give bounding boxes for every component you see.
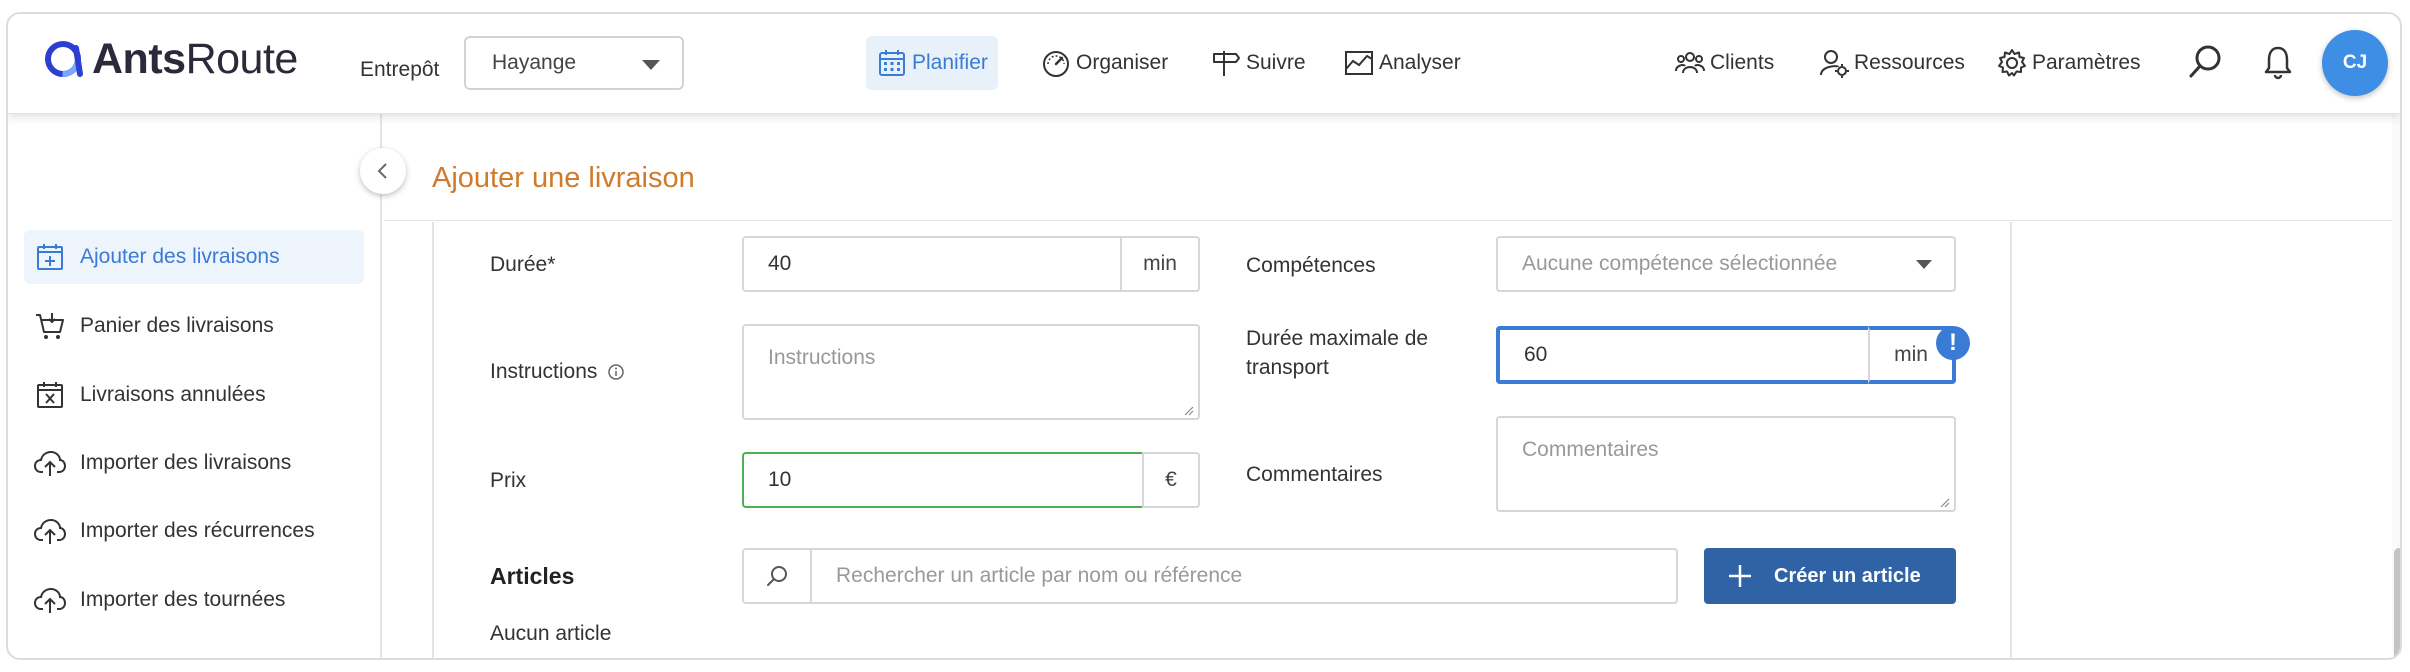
competences-label: Compétences [1246,254,1376,277]
gauge-icon [1043,51,1069,77]
sidebar-item-label: Importer des livraisons [80,451,292,474]
nav-analyser[interactable]: Analyser [1333,36,1471,90]
nav-parametres-label: Paramètres [2032,51,2141,74]
article-search-input[interactable]: Rechercher un article par nom ou référen… [810,548,1678,604]
nav-organiser-label: Organiser [1076,51,1169,74]
sidebar-item-label: Importer des tournées [80,588,286,611]
top-header: AntsRoute Entrepôt Hayange Planifier Org… [8,14,2400,114]
info-icon[interactable] [607,363,625,381]
cloud-upload-icon [34,518,66,544]
sidebar-item-importer-recurrences[interactable]: Importer des récurrences [24,504,364,558]
instructions-label: Instructions [490,357,625,386]
cloud-upload-icon [34,587,66,613]
no-articles-text: Aucun article [490,622,612,645]
sidebar-item-label: Importer des récurrences [80,519,315,542]
nav-clients-label: Clients [1710,51,1775,74]
caret-down-icon [1916,260,1932,269]
prix-unit: € [1142,452,1200,508]
duree-max-label: Durée maximale de transport [1246,324,1428,382]
logo-icon [45,41,83,77]
sidebar-item-importer-tournees[interactable]: Importer des tournées [24,573,364,627]
page-title: Ajouter une livraison [432,162,695,194]
search-icon[interactable] [2186,42,2226,82]
resize-grip-icon[interactable] [1182,404,1194,416]
nav-organiser[interactable]: Organiser [1030,36,1178,90]
create-article-label: Créer un article [1774,564,1921,587]
sidebar: Ajouter des livraisons Panier des livrai… [8,114,382,658]
prix-label: Prix [490,469,527,492]
warehouse-label: Entrepôt [360,58,440,81]
gear-icon [1998,49,2026,77]
nav-parametres[interactable]: Paramètres [1986,36,2151,90]
sidebar-collapse-button[interactable] [360,148,406,194]
instructions-label-text: Instructions [490,360,598,383]
duree-max-label-line1: Durée maximale de [1246,327,1429,350]
create-article-button[interactable]: Créer un article [1704,548,1956,604]
articles-title: Articles [490,563,575,589]
sidebar-item-importer-livraisons[interactable]: Importer des livraisons [24,436,364,490]
commentaires-label: Commentaires [1246,463,1383,486]
duree-label: Durée* [490,253,556,276]
calendar-cancel-icon [37,382,63,408]
resize-grip-icon[interactable] [1938,496,1950,508]
nav-analyser-label: Analyser [1379,51,1461,74]
instructions-textarea[interactable]: Instructions [742,324,1200,420]
warehouse-select[interactable]: Hayange [464,36,684,90]
warehouse-selected-value: Hayange [492,51,577,74]
calendar-icon [879,50,905,76]
duree-max-input[interactable]: 60 [1496,326,1870,384]
calendar-add-icon [37,244,63,270]
nav-planifier[interactable]: Planifier [866,36,998,90]
duree-max-label-line2: transport [1246,356,1329,379]
antsroute-logo[interactable]: AntsRoute [42,34,298,84]
sidebar-item-livraisons-annulees[interactable]: Livraisons annulées [24,368,364,422]
sidebar-item-label: Livraisons annulées [80,383,266,406]
cart-icon [36,313,64,339]
divider [384,220,2394,221]
logo-text: AntsRoute [92,34,298,83]
sidebar-item-panier-livraisons[interactable]: Panier des livraisons [24,299,364,353]
app-window: AntsRoute Entrepôt Hayange Planifier Org… [6,12,2402,660]
duree-input[interactable]: 40 [742,236,1122,292]
commentaires-textarea[interactable]: Commentaires [1496,416,1956,512]
bell-icon[interactable] [2258,42,2298,82]
nav-ressources-label: Ressources [1854,51,1965,74]
cloud-upload-icon [34,450,66,476]
nav-suivre-label: Suivre [1246,51,1306,74]
chevron-left-icon [377,163,387,179]
prix-input[interactable]: 10 [742,452,1144,508]
sidebar-item-ajouter-livraisons[interactable]: Ajouter des livraisons [24,230,364,284]
user-gear-icon [1820,50,1849,78]
article-search-button[interactable] [742,548,812,604]
competences-select[interactable]: Aucune compétence sélectionnée [1496,236,1956,292]
chart-icon [1345,51,1373,75]
sidebar-item-label: Panier des livraisons [80,314,274,337]
signpost-icon [1213,51,1240,76]
nav-ressources[interactable]: Ressources [1808,36,1975,90]
competences-placeholder: Aucune compétence sélectionnée [1522,252,1838,275]
sidebar-item-label: Ajouter des livraisons [80,245,280,268]
scrollbar-thumb[interactable] [2394,548,2400,658]
warning-badge-icon[interactable]: ! [1936,326,1970,360]
users-icon [1675,52,1705,74]
nav-suivre[interactable]: Suivre [1200,36,1316,90]
search-icon [767,566,787,586]
nav-planifier-label: Planifier [912,51,988,74]
nav-clients[interactable]: Clients [1664,36,1784,90]
duree-unit: min [1120,236,1200,292]
user-avatar[interactable]: CJ [2322,30,2388,96]
caret-down-icon [642,60,660,70]
plus-icon [1729,565,1751,587]
